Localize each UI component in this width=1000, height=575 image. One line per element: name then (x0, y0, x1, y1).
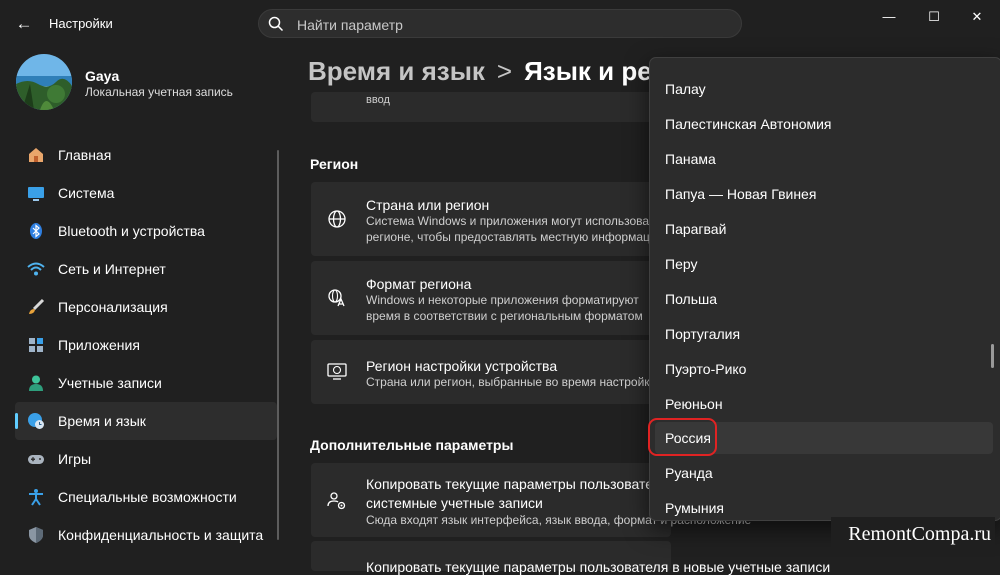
card-title: Страна или регион (366, 197, 490, 213)
dropdown-option[interactable]: Португалия (655, 318, 993, 350)
input-card-partial[interactable]: ввод (311, 92, 671, 122)
people-gear-icon (327, 492, 346, 510)
breadcrumb: Время и язык > Язык и рег (308, 56, 663, 87)
sidebar-item-label: Bluetooth и устройства (58, 223, 205, 239)
sidebar-item-label: Приложения (58, 337, 140, 353)
sidebar-item-label: Специальные возможности (58, 489, 237, 505)
card-title: Копировать текущие параметры пользовател… (366, 559, 831, 575)
card-desc-fragment: ввод (366, 94, 390, 106)
accessibility-icon (29, 489, 43, 506)
dropdown-option[interactable]: Панама (655, 143, 993, 175)
watermark: RemontCompa.ru (831, 517, 995, 551)
additional-section-title: Дополнительные параметры (310, 437, 514, 453)
highlight-annotation (648, 418, 717, 456)
sidebar-nav: Главная Система Bluetooth и устройства С… (15, 136, 277, 554)
search-input[interactable] (295, 14, 719, 36)
sidebar-item-label: Главная (58, 147, 112, 163)
account-type: Локальная учетная запись (85, 85, 233, 99)
region-section-title: Регион (310, 156, 359, 172)
card-desc: Страна или регион, выбранные во время на… (366, 375, 657, 389)
sidebar-item-label: Система (58, 185, 115, 201)
dropdown-option[interactable]: Перу (655, 248, 993, 280)
maximize-button[interactable]: ☐ (922, 8, 946, 28)
title-bar: ← Настройки — ☐ ✕ (0, 0, 1000, 46)
sidebar-item-system[interactable]: Система (15, 174, 277, 212)
sidebar-item-time-language[interactable]: Время и язык (15, 402, 277, 440)
dropdown-option[interactable]: Парагвай (655, 213, 993, 245)
dropdown-option[interactable]: Палау (655, 73, 993, 105)
apps-icon (29, 338, 43, 352)
dropdown-option[interactable]: Пуэрто-Рико (655, 353, 993, 385)
card-desc: время в соответствии с региональным форм… (366, 309, 643, 323)
card-title: Копировать текущие параметры пользовател… (366, 476, 669, 492)
sidebar-item-accessibility[interactable]: Специальные возможности (15, 478, 277, 516)
close-button[interactable]: ✕ (965, 8, 989, 28)
search-box[interactable] (258, 9, 742, 38)
search-icon (268, 16, 284, 32)
breadcrumb-parent[interactable]: Время и язык (308, 56, 485, 86)
copy-new-accounts-card[interactable]: Копировать текущие параметры пользовател… (311, 541, 830, 575)
avatar-image (16, 54, 72, 110)
gamepad-icon (28, 455, 44, 464)
sidebar-item-label: Игры (58, 451, 92, 467)
bluetooth-icon (30, 223, 42, 239)
card-desc: регионе, чтобы предоставлять местную инф… (366, 230, 666, 244)
monitor-icon (28, 187, 44, 201)
sidebar-item-label: Учетные записи (58, 375, 162, 391)
card-desc: Windows и некоторые приложения форматиру… (366, 293, 639, 307)
sidebar-scrollbar[interactable] (277, 150, 279, 540)
breadcrumb-separator: > (496, 56, 513, 86)
sidebar-item-label: Сеть и Интернет (58, 261, 166, 277)
sidebar-item-label: Конфиденциальность и защита (58, 527, 264, 543)
app-title: Настройки (49, 16, 113, 31)
dropdown-option[interactable]: Палестинская Автономия (655, 108, 993, 140)
card-title: Формат региона (366, 276, 472, 292)
device-region-card[interactable]: Регион настройки устройства Страна или р… (311, 340, 671, 404)
copy-settings-card[interactable]: Копировать текущие параметры пользовател… (311, 463, 751, 537)
sidebar-item-network[interactable]: Сеть и Интернет (15, 250, 277, 288)
sidebar-item-bluetooth[interactable]: Bluetooth и устройства (15, 212, 277, 250)
dropdown-scrollbar-thumb[interactable] (991, 344, 994, 368)
home-icon (29, 148, 43, 162)
sidebar-item-home[interactable]: Главная (15, 136, 277, 174)
sidebar-item-label: Персонализация (58, 299, 168, 315)
minimize-button[interactable]: — (877, 8, 901, 28)
wifi-icon (27, 262, 45, 276)
card-title: Регион настройки устройства (366, 358, 558, 374)
sidebar-item-privacy[interactable]: Конфиденциальность и защита (15, 516, 277, 554)
dropdown-option[interactable]: Руанда (655, 457, 993, 489)
sidebar-item-apps[interactable]: Приложения (15, 326, 277, 364)
globe-clock-icon (28, 413, 44, 429)
person-icon (29, 375, 43, 391)
user-name: Gaya (85, 68, 120, 84)
dropdown-option[interactable]: Польша (655, 283, 993, 315)
sidebar-item-gaming[interactable]: Игры (15, 440, 277, 478)
page-title: Язык и рег (524, 56, 663, 86)
card-desc: Система Windows и приложения могут испол… (366, 214, 661, 228)
region-format-card[interactable]: Формат региона Windows и некоторые прило… (311, 261, 671, 335)
globe-icon (328, 210, 346, 228)
sidebar-item-personalization[interactable]: Персонализация (15, 288, 277, 326)
country-region-card[interactable]: Страна или регион Система Windows и прил… (311, 182, 671, 256)
avatar[interactable] (16, 54, 72, 110)
dropdown-option[interactable]: Реюньон (655, 388, 993, 420)
sidebar-item-accounts[interactable]: Учетные записи (15, 364, 277, 402)
sidebar-item-label: Время и язык (58, 413, 146, 429)
card-title: системные учетные записи (366, 495, 543, 511)
format-icon (328, 289, 345, 307)
globe-monitor-icon (327, 363, 347, 380)
shield-icon (29, 527, 43, 543)
dropdown-option[interactable]: Папуа — Новая Гвинея (655, 178, 993, 210)
brush-icon (29, 298, 45, 314)
back-arrow-icon[interactable]: ← (12, 12, 36, 36)
